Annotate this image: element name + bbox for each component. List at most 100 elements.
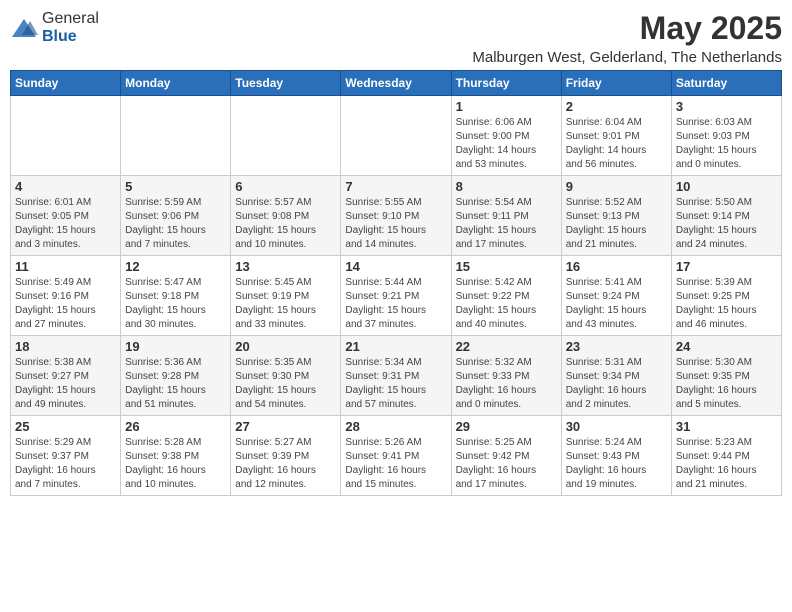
month-title: May 2025 [472,10,782,47]
calendar-cell-w1-d5: 9 Sunrise: 5:52 AM Sunset: 9:13 PM Daylig… [561,176,671,256]
week-row-4: 25 Sunrise: 5:29 AM Sunset: 9:37 PM Dayli… [11,416,782,496]
calendar-cell-w1-d1: 5 Sunrise: 5:59 AM Sunset: 9:06 PM Daylig… [121,176,231,256]
day-number: 7 [345,179,446,194]
calendar-cell-w4-d1: 26Sunrise: 5:28 AM Sunset: 9:38 PM Dayli… [121,416,231,496]
day-info: Sunrise: 5:36 AM Sunset: 9:28 PM Dayligh… [125,356,226,412]
calendar-cell-w0-d0 [11,96,121,176]
calendar-cell-w2-d4: 15 Sunrise: 5:42 AM Sunset: 9:22 PM Dayli… [451,256,561,336]
day-info: Sunrise: 5:59 AM Sunset: 9:06 PM Dayligh… [125,196,226,252]
day-info: Sunrise: 5:47 AM Sunset: 9:18 PM Dayligh… [125,276,226,332]
week-row-3: 18Sunrise: 5:38 AM Sunset: 9:27 PM Dayli… [11,336,782,416]
day-number: 21 [345,339,446,354]
calendar-cell-w4-d5: 30Sunrise: 5:24 AM Sunset: 9:43 PM Dayli… [561,416,671,496]
day-number: 30 [566,419,667,434]
day-info: Sunrise: 6:01 AM Sunset: 9:05 PM Dayligh… [15,196,116,252]
day-number: 19 [125,339,226,354]
day-number: 29 [456,419,557,434]
logo-icon [10,17,38,39]
calendar-cell-w2-d6: 17 Sunrise: 5:39 AM Sunset: 9:25 PM Dayli… [671,256,781,336]
calendar-cell-w3-d0: 18Sunrise: 5:38 AM Sunset: 9:27 PM Dayli… [11,336,121,416]
day-number: 22 [456,339,557,354]
week-row-2: 11 Sunrise: 5:49 AM Sunset: 9:16 PM Dayli… [11,256,782,336]
day-number: 13 [235,259,336,274]
day-info: Sunrise: 5:44 AM Sunset: 9:21 PM Dayligh… [345,276,446,332]
day-info: Sunrise: 5:23 AM Sunset: 9:44 PM Dayligh… [676,436,777,492]
logo: General Blue [10,10,99,45]
day-info: Sunrise: 5:27 AM Sunset: 9:39 PM Dayligh… [235,436,336,492]
header-friday: Friday [561,71,671,96]
calendar: Sunday Monday Tuesday Wednesday Thursday… [10,70,782,496]
calendar-cell-w0-d3 [341,96,451,176]
day-number: 24 [676,339,777,354]
day-info: Sunrise: 5:49 AM Sunset: 9:16 PM Dayligh… [15,276,116,332]
header-thursday: Thursday [451,71,561,96]
day-number: 23 [566,339,667,354]
calendar-cell-w4-d0: 25 Sunrise: 5:29 AM Sunset: 9:37 PM Dayli… [11,416,121,496]
calendar-cell-w2-d5: 16Sunrise: 5:41 AM Sunset: 9:24 PM Dayli… [561,256,671,336]
day-info: Sunrise: 6:06 AM Sunset: 9:00 PM Dayligh… [456,116,557,172]
calendar-cell-w3-d5: 23Sunrise: 5:31 AM Sunset: 9:34 PM Dayli… [561,336,671,416]
day-info: Sunrise: 5:42 AM Sunset: 9:22 PM Dayligh… [456,276,557,332]
header-sunday: Sunday [11,71,121,96]
calendar-cell-w3-d1: 19 Sunrise: 5:36 AM Sunset: 9:28 PM Dayli… [121,336,231,416]
day-number: 28 [345,419,446,434]
calendar-cell-w2-d0: 11 Sunrise: 5:49 AM Sunset: 9:16 PM Dayli… [11,256,121,336]
day-info: Sunrise: 5:34 AM Sunset: 9:31 PM Dayligh… [345,356,446,412]
logo-general: General [42,10,99,27]
calendar-cell-w4-d2: 27 Sunrise: 5:27 AM Sunset: 9:39 PM Dayli… [231,416,341,496]
day-info: Sunrise: 5:29 AM Sunset: 9:37 PM Dayligh… [15,436,116,492]
calendar-cell-w4-d3: 28 Sunrise: 5:26 AM Sunset: 9:41 PM Dayli… [341,416,451,496]
day-number: 14 [345,259,446,274]
logo-text: General Blue [42,10,99,45]
calendar-cell-w1-d0: 4 Sunrise: 6:01 AM Sunset: 9:05 PM Daylig… [11,176,121,256]
day-number: 26 [125,419,226,434]
day-info: Sunrise: 5:45 AM Sunset: 9:19 PM Dayligh… [235,276,336,332]
day-number: 31 [676,419,777,434]
location-title: Malburgen West, Gelderland, The Netherla… [472,49,782,66]
calendar-cell-w1-d6: 10 Sunrise: 5:50 AM Sunset: 9:14 PM Dayli… [671,176,781,256]
calendar-cell-w0-d6: 3 Sunrise: 6:03 AM Sunset: 9:03 PM Daylig… [671,96,781,176]
day-info: Sunrise: 5:39 AM Sunset: 9:25 PM Dayligh… [676,276,777,332]
calendar-cell-w2-d2: 13 Sunrise: 5:45 AM Sunset: 9:19 PM Dayli… [231,256,341,336]
day-number: 20 [235,339,336,354]
day-number: 11 [15,259,116,274]
day-number: 15 [456,259,557,274]
day-info: Sunrise: 5:32 AM Sunset: 9:33 PM Dayligh… [456,356,557,412]
calendar-cell-w2-d3: 14 Sunrise: 5:44 AM Sunset: 9:21 PM Dayli… [341,256,451,336]
weekday-header-row: Sunday Monday Tuesday Wednesday Thursday… [11,71,782,96]
day-info: Sunrise: 5:54 AM Sunset: 9:11 PM Dayligh… [456,196,557,252]
calendar-cell-w3-d2: 20Sunrise: 5:35 AM Sunset: 9:30 PM Dayli… [231,336,341,416]
day-number: 27 [235,419,336,434]
day-number: 12 [125,259,226,274]
day-number: 25 [15,419,116,434]
day-number: 9 [566,179,667,194]
day-info: Sunrise: 5:30 AM Sunset: 9:35 PM Dayligh… [676,356,777,412]
day-info: Sunrise: 6:04 AM Sunset: 9:01 PM Dayligh… [566,116,667,172]
calendar-cell-w3-d6: 24 Sunrise: 5:30 AM Sunset: 9:35 PM Dayli… [671,336,781,416]
day-number: 6 [235,179,336,194]
calendar-cell-w1-d3: 7 Sunrise: 5:55 AM Sunset: 9:10 PM Daylig… [341,176,451,256]
day-number: 2 [566,99,667,114]
calendar-cell-w0-d5: 2 Sunrise: 6:04 AM Sunset: 9:01 PM Daylig… [561,96,671,176]
day-number: 10 [676,179,777,194]
day-info: Sunrise: 5:55 AM Sunset: 9:10 PM Dayligh… [345,196,446,252]
day-number: 5 [125,179,226,194]
day-number: 4 [15,179,116,194]
day-info: Sunrise: 6:03 AM Sunset: 9:03 PM Dayligh… [676,116,777,172]
week-row-0: 1Sunrise: 6:06 AM Sunset: 9:00 PM Daylig… [11,96,782,176]
calendar-cell-w0-d2 [231,96,341,176]
logo-blue: Blue [42,28,77,45]
day-info: Sunrise: 5:26 AM Sunset: 9:41 PM Dayligh… [345,436,446,492]
day-number: 8 [456,179,557,194]
calendar-cell-w4-d6: 31 Sunrise: 5:23 AM Sunset: 9:44 PM Dayli… [671,416,781,496]
header-monday: Monday [121,71,231,96]
day-number: 17 [676,259,777,274]
header-tuesday: Tuesday [231,71,341,96]
day-number: 18 [15,339,116,354]
title-block: May 2025 Malburgen West, Gelderland, The… [472,10,782,66]
day-info: Sunrise: 5:52 AM Sunset: 9:13 PM Dayligh… [566,196,667,252]
day-number: 3 [676,99,777,114]
day-info: Sunrise: 5:50 AM Sunset: 9:14 PM Dayligh… [676,196,777,252]
day-info: Sunrise: 5:41 AM Sunset: 9:24 PM Dayligh… [566,276,667,332]
calendar-cell-w3-d3: 21 Sunrise: 5:34 AM Sunset: 9:31 PM Dayli… [341,336,451,416]
